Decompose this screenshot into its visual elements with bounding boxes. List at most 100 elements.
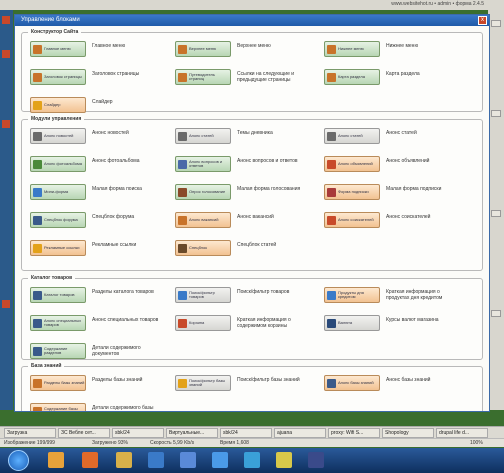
block-button[interactable]: Заголовок страницы <box>30 69 86 85</box>
block-button-label: Мини-форма <box>44 188 69 194</box>
block-icon <box>327 379 336 388</box>
close-icon[interactable]: x <box>478 16 487 25</box>
block-button[interactable]: Каталог товаров <box>30 287 86 303</box>
block-button-label: Разделы базы знаний <box>44 379 85 385</box>
right-scroll-button[interactable] <box>491 20 501 27</box>
block-button[interactable]: Нижнее меню <box>324 41 380 57</box>
section-s2: Модули управления Анонс новостей Анонс нов… <box>21 116 483 271</box>
left-tool-icon[interactable] <box>2 120 10 128</box>
left-tool-icon[interactable] <box>2 50 10 58</box>
taskbar-item[interactable]: Shopology <box>382 428 434 438</box>
left-background <box>0 10 13 410</box>
block-icon <box>33 101 42 110</box>
taskbar-item[interactable]: ЗС Вебле сет... <box>58 428 110 438</box>
right-scroll-button[interactable] <box>491 110 501 117</box>
block-button[interactable]: Главное меню <box>30 41 86 57</box>
block-label: Слайдер <box>92 99 113 105</box>
block-icon <box>178 319 187 328</box>
block-icon <box>178 160 187 169</box>
block-button-label: Поиск/фильтр базы знаний <box>189 377 226 387</box>
status-zoom: 100% <box>470 440 483 446</box>
taskbar-item[interactable]: Виртуальные... <box>166 428 218 438</box>
tool-icon[interactable] <box>276 452 292 468</box>
save-icon[interactable] <box>180 452 196 468</box>
block-button[interactable]: Корзина <box>175 315 231 331</box>
block-label: Малая форма подписки <box>386 186 442 192</box>
block-icon <box>327 132 336 141</box>
taskbar-item[interactable]: ajuana <box>274 428 326 438</box>
block-button[interactable]: Анонс специальных товаров <box>30 315 86 331</box>
block-button[interactable]: Разделы базы знаний <box>30 375 86 391</box>
photoshop-icon[interactable] <box>308 452 324 468</box>
block-button[interactable]: Анонс вакансий <box>175 212 231 228</box>
block-label: Курсы валют магазина <box>386 317 439 323</box>
block-button-label: Верхнее меню <box>189 45 217 51</box>
block-icon <box>178 216 187 225</box>
block-button[interactable]: Поиск/фильтр базы знаний <box>175 375 231 391</box>
block-label: Заголовок страницы <box>92 71 140 77</box>
block-button[interactable]: Спецблок форума <box>30 212 86 228</box>
block-button-label: Опрос голосование <box>189 188 226 194</box>
block-button[interactable]: Валюта <box>324 315 380 331</box>
block-button[interactable]: Рекламные ссылки <box>30 240 86 256</box>
block-button[interactable]: Опрос голосование <box>175 184 231 200</box>
media-icon[interactable] <box>148 452 164 468</box>
block-button[interactable]: Форма подписки <box>324 184 380 200</box>
status-bar: Изображение 199/999 Загружено 93% Скорос… <box>0 438 504 447</box>
browser-taskbar: Загрузка ЗС Вебле сет... sbk/24 Виртуальные… <box>0 426 504 438</box>
block-icon <box>33 319 42 328</box>
block-icon <box>327 291 336 300</box>
folder-icon[interactable] <box>48 452 64 468</box>
taskbar-item[interactable]: Загрузка <box>4 428 56 438</box>
block-button-label: Валюта <box>338 319 353 325</box>
block-button[interactable]: Путеводитель страниц <box>175 69 231 85</box>
start-button[interactable] <box>8 450 29 471</box>
block-button[interactable]: Анонс статей <box>324 128 380 144</box>
block-label: Верхнее меню <box>237 43 271 49</box>
chart-icon[interactable] <box>244 452 260 468</box>
right-scroll-button[interactable] <box>491 310 501 317</box>
taskbar-item[interactable]: proxy: Wifi S... <box>328 428 380 438</box>
windows-taskbar <box>0 448 504 473</box>
browser-icon[interactable] <box>82 452 98 468</box>
block-button[interactable]: Продукты дня кредитом <box>324 287 380 303</box>
block-button[interactable]: Поиск/фильтр товаров <box>175 287 231 303</box>
block-icon <box>178 73 187 82</box>
block-button[interactable]: Анонс вопросов и ответов <box>175 156 231 172</box>
block-label: Детали содержимого базы знаний <box>92 405 154 411</box>
explorer-icon[interactable] <box>116 452 132 468</box>
left-tool-icon[interactable] <box>2 16 10 24</box>
left-tool-icon[interactable] <box>2 300 10 308</box>
taskbar-item[interactable]: drupal life d... <box>436 428 488 438</box>
block-label: Главное меню <box>92 43 126 49</box>
block-label: Поиск/фильтр базы знаний <box>237 377 300 383</box>
block-label: Разделы каталога товаров <box>92 289 154 295</box>
network-icon[interactable] <box>212 452 228 468</box>
block-button[interactable]: Содержание разделов <box>30 343 86 359</box>
block-button[interactable]: Анонс объявлений <box>324 156 380 172</box>
taskbar-item[interactable]: sbk/24 <box>112 428 164 438</box>
block-button[interactable]: Анонс соискателей <box>324 212 380 228</box>
block-button[interactable]: Мини-форма <box>30 184 86 200</box>
dialog-title: Управление блоками <box>21 17 80 23</box>
block-button[interactable]: Содержание базы знаний <box>30 403 86 411</box>
block-button[interactable]: Слайдер <box>30 97 86 113</box>
taskbar-item[interactable]: sbk/24 <box>220 428 272 438</box>
block-icon <box>33 45 42 54</box>
block-button[interactable]: Анонс статей <box>175 128 231 144</box>
dialog-titlebar: Управление блоками x <box>15 15 489 26</box>
block-icon <box>33 347 42 356</box>
block-label: Анонс объявлений <box>386 158 430 164</box>
block-button[interactable]: Анонс фотоальбома <box>30 156 86 172</box>
block-button[interactable]: Карта раздела <box>324 69 380 85</box>
block-button[interactable]: Верхнее меню <box>175 41 231 57</box>
block-icon <box>33 407 42 411</box>
block-button[interactable]: Спецблок <box>175 240 231 256</box>
block-button-label: Форма подписки <box>338 188 369 194</box>
block-button[interactable]: Анонс базы знаний <box>324 375 380 391</box>
right-scroll-button[interactable] <box>491 210 501 217</box>
block-label: Темы дневника <box>237 130 273 136</box>
block-button[interactable]: Анонс новостей <box>30 128 86 144</box>
dialog-content: Конструктор Сайта Главное меню Главное мен… <box>21 28 483 411</box>
section-title: Конструктор Сайта <box>28 29 82 35</box>
